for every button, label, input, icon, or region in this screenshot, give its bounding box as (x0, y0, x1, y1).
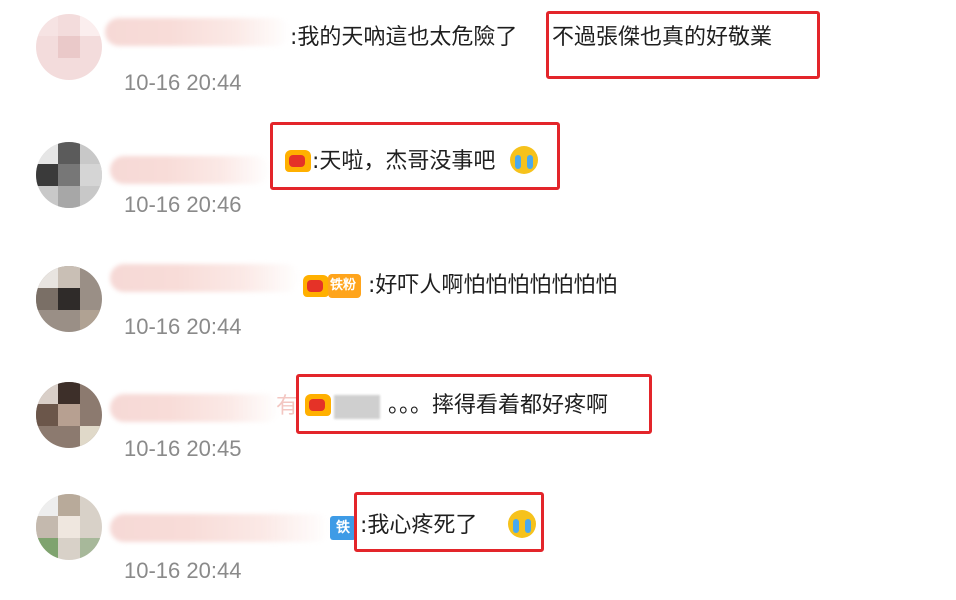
comment-time: 10-16 20:46 (124, 192, 242, 217)
crying-emoji-icon (508, 510, 536, 538)
avatar[interactable] (36, 382, 102, 448)
comment-item: 铁粉 :好吓人啊怕怕怕怕怕怕怕 10-16 20:44 (0, 240, 956, 360)
fan-badge-icon (284, 149, 312, 173)
comment-time: 10-16 20:44 (124, 314, 242, 339)
avatar[interactable] (36, 14, 102, 80)
comment-time: 10-16 20:44 (124, 558, 242, 583)
comment-text: 。。。摔得看着都好疼啊 (388, 393, 609, 418)
username-blurred (110, 264, 300, 292)
crying-emoji-icon (510, 146, 538, 174)
comment-text: :我心疼死了 (360, 513, 478, 538)
comment-item: 铁 :我心疼死了 10-16 20:44 (0, 480, 956, 600)
username-blurred (110, 394, 280, 422)
username-blurred (334, 395, 380, 419)
comment-time: 10-16 20:45 (124, 436, 242, 461)
username-blurred (110, 514, 330, 542)
fan-badge-icon (304, 393, 332, 417)
avatar[interactable] (36, 494, 102, 560)
fan-badge-icon (302, 274, 330, 298)
avatar[interactable] (36, 142, 102, 208)
comment-text: :天啦，杰哥没事吧 (312, 149, 496, 174)
comment-time: 10-16 20:44 (124, 70, 242, 95)
username-blurred (110, 156, 270, 184)
comment-item: :天啦，杰哥没事吧 10-16 20:46 (0, 120, 956, 240)
comment-item: 有 。。。摔得看着都好疼啊 10-16 20:45 (0, 360, 956, 480)
comment-item: :我的天吶這也太危險了 不過張傑也真的好敬業 10-16 20:44 (0, 0, 956, 120)
fan-level-badge: 铁 (330, 516, 356, 540)
username-blurred (105, 18, 290, 46)
fan-level-badge: 铁粉 (328, 274, 362, 298)
avatar[interactable] (36, 266, 102, 332)
comment-highlight-text: 不過張傑也真的好敬業 (552, 25, 773, 50)
comment-text: :我的天吶這也太危險了 (290, 25, 518, 50)
comment-text: :好吓人啊怕怕怕怕怕怕怕 (368, 273, 618, 298)
comment-prefix: 有 (276, 394, 299, 419)
